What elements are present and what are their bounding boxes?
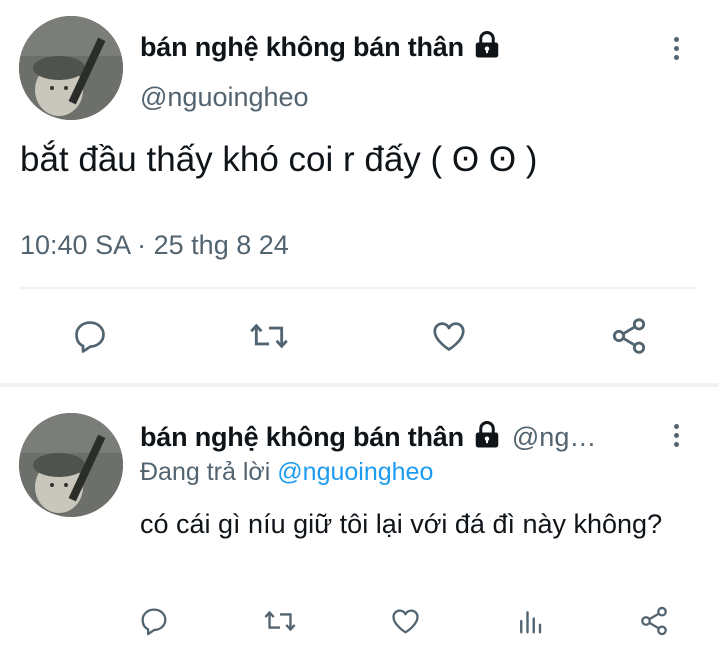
retweet-button[interactable]	[262, 603, 298, 639]
tweet-text: bắt đầu thấy khó coi r đấy ( ʘ ʘ )	[20, 140, 538, 179]
retweet-icon	[250, 323, 288, 349]
like-button[interactable]	[427, 314, 471, 358]
more-vertical-icon[interactable]	[671, 424, 681, 451]
reply-button[interactable]	[68, 314, 112, 358]
display-name[interactable]: bán nghệ không bán thân	[140, 32, 464, 63]
share-icon	[612, 318, 646, 354]
retweet-button[interactable]	[247, 314, 291, 358]
replying-to-mention[interactable]: @nguoingheo	[277, 458, 433, 486]
divider	[20, 287, 698, 289]
retweet-icon	[264, 610, 296, 632]
like-button[interactable]	[387, 603, 423, 639]
lock-icon	[472, 420, 502, 455]
reply-icon	[75, 321, 105, 353]
display-name[interactable]: bán nghệ không bán thân	[140, 422, 464, 453]
share-button[interactable]	[636, 603, 672, 639]
avatar-image	[19, 16, 123, 120]
analytics-icon	[520, 611, 542, 634]
author-handle[interactable]: @ng…	[512, 422, 596, 453]
reply-icon	[141, 608, 167, 636]
tweet-timestamp: 10:40 SA · 25 thg 8 24	[20, 230, 289, 261]
views-button[interactable]	[512, 603, 548, 639]
tweet-date[interactable]: 25 thg 8 24	[154, 230, 289, 260]
avatar[interactable]	[19, 16, 123, 120]
share-icon	[641, 606, 667, 636]
avatar-image	[19, 413, 123, 517]
heart-icon	[391, 609, 419, 634]
lock-icon	[472, 30, 502, 65]
heart-icon	[433, 322, 465, 351]
reply-button[interactable]	[136, 603, 172, 639]
share-button[interactable]	[607, 314, 651, 358]
more-vertical-icon[interactable]	[671, 37, 681, 64]
tweet-text: có cái gì níu giữ tôi lại với đá đì này …	[140, 509, 663, 539]
main-tweet: bán nghệ không bán thân @nguoingheo bắt …	[0, 0, 719, 384]
section-separator	[0, 383, 719, 387]
replying-to: Đang trả lời @nguoingheo	[140, 458, 433, 487]
replying-to-label: Đang trả lời	[140, 458, 271, 486]
author-name-row: bán nghệ không bán thân	[140, 30, 502, 65]
tweet-time[interactable]: 10:40 SA	[20, 230, 130, 260]
author-name-row: bán nghệ không bán thân @ng…	[140, 420, 596, 455]
author-handle[interactable]: @nguoingheo	[140, 82, 309, 113]
meta-separator: ·	[137, 230, 147, 260]
avatar[interactable]	[19, 413, 123, 517]
